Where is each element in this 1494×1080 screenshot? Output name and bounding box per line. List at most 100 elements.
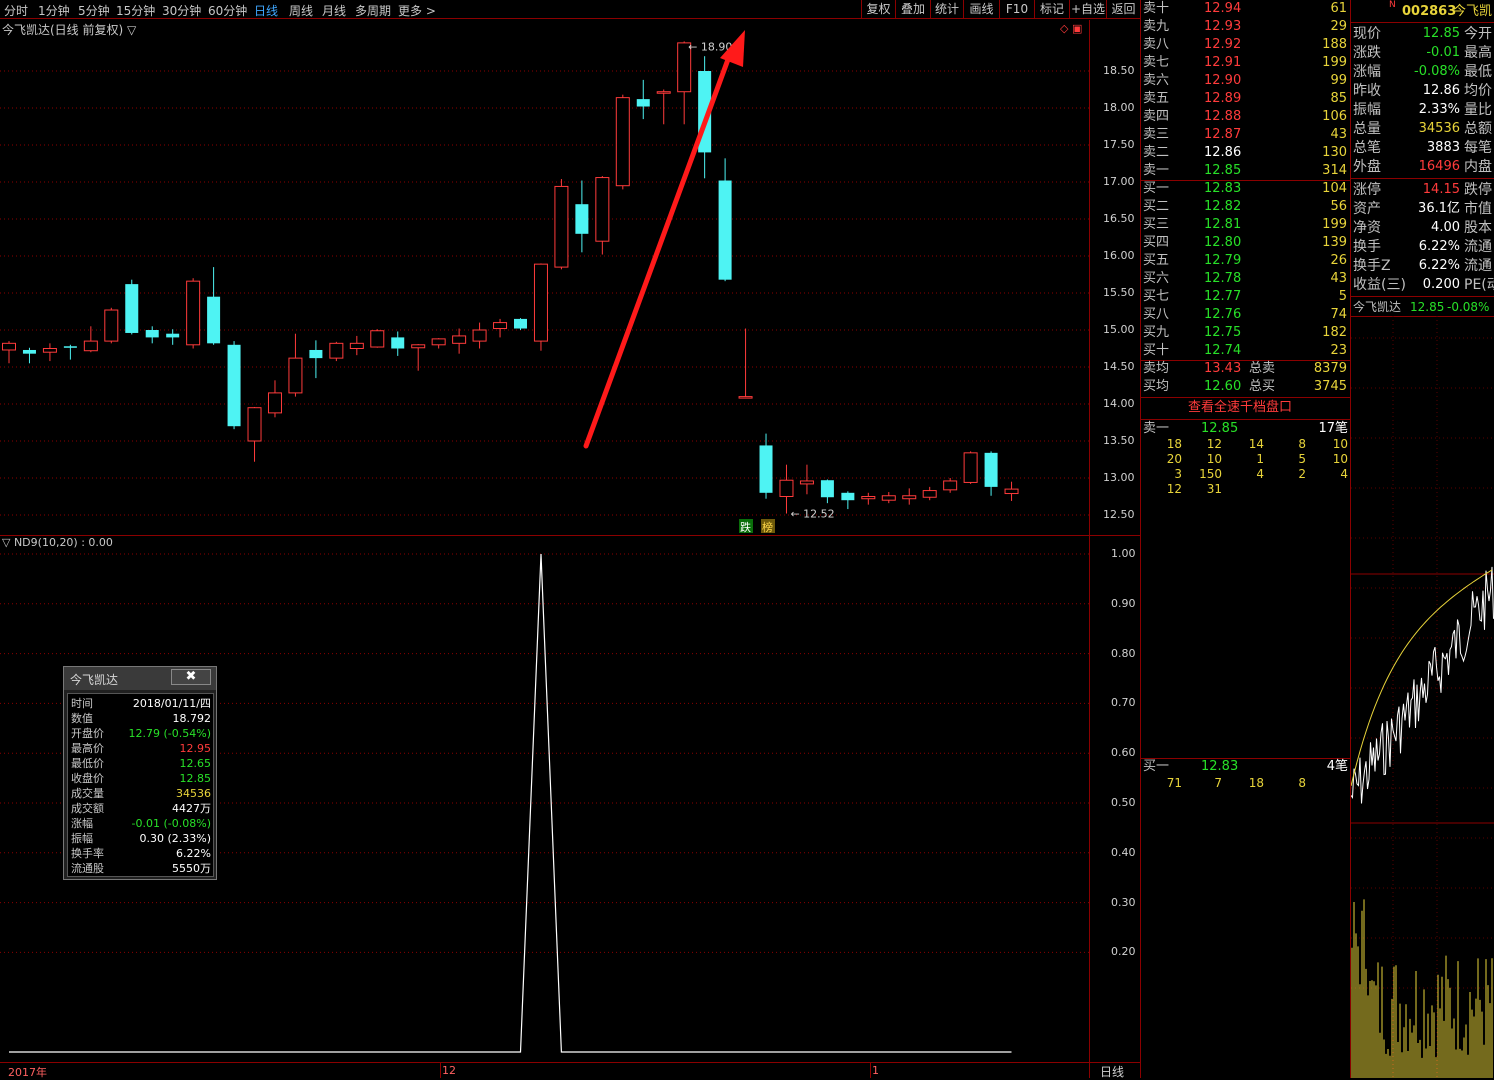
candle-body: [42, 348, 57, 353]
ask-label: 卖八: [1143, 37, 1170, 52]
queue-cell: 71: [1166, 776, 1182, 790]
toolbar-button[interactable]: 标记: [1034, 0, 1069, 19]
period-label[interactable]: 日线: [1100, 1063, 1124, 1080]
toolbar-button[interactable]: 复权: [861, 0, 895, 19]
period-tab[interactable]: 更多 >: [398, 2, 436, 19]
bid-volume: 5: [1338, 289, 1347, 304]
ask-price: 12.93: [1204, 19, 1242, 34]
info-key: 涨幅: [71, 817, 93, 830]
toolbar-button[interactable]: 返回: [1106, 0, 1140, 19]
mini-title: 今飞凯达: [1353, 300, 1402, 314]
queue-cell: 2: [1298, 467, 1306, 481]
stats-bottom-divider: [1351, 296, 1494, 297]
queue-cell: 4: [1340, 467, 1348, 481]
stat-value: 34536: [1418, 121, 1460, 136]
mini-price: 12.85: [1410, 300, 1445, 314]
bid-label: 买五: [1143, 253, 1170, 268]
stat-value: 16496: [1418, 159, 1460, 174]
bid-price: 12.81: [1204, 217, 1242, 232]
stats-mid-divider: [1351, 178, 1494, 179]
period-tab[interactable]: 1分钟: [38, 2, 70, 19]
ask-volume: 106: [1322, 109, 1347, 124]
candle-body: [186, 280, 201, 346]
stat-label: 换手Z: [1353, 258, 1391, 274]
period-tab[interactable]: 30分钟: [162, 2, 201, 19]
period-tab[interactable]: 月线: [322, 2, 346, 19]
price-tick-label: 16.00: [1103, 249, 1135, 262]
toolbar-button[interactable]: 统计: [930, 0, 963, 19]
candle: [83, 326, 98, 353]
price-tick-label: 17.50: [1103, 138, 1135, 151]
stat-label-2: 内盘: [1464, 159, 1492, 175]
queue-cell: 1: [1256, 452, 1264, 466]
stat-label: 资产: [1353, 201, 1381, 217]
info-value: 12.85: [179, 772, 212, 785]
close-icon[interactable]: ✖: [171, 669, 211, 685]
toolbar-button[interactable]: +自选: [1069, 0, 1106, 19]
total-label: 总卖: [1249, 361, 1276, 376]
stat-label: 收益(三): [1353, 277, 1406, 293]
total-label: 总买: [1249, 379, 1276, 394]
depth-link[interactable]: 查看全速千档盘口: [1188, 399, 1292, 417]
candle: [943, 478, 958, 493]
queue-cell: 20: [1166, 452, 1182, 466]
ask-price: 12.94: [1204, 1, 1242, 16]
stat-value: 6.22%: [1418, 258, 1460, 273]
bid-price: 12.79: [1204, 253, 1242, 268]
info-key: 流通股: [71, 862, 104, 875]
ask-label: 卖七: [1143, 55, 1170, 70]
queue-cell: 14: [1248, 437, 1264, 451]
info-value: 0.30 (2.33%): [139, 832, 211, 845]
price-tick-label: 18.50: [1103, 64, 1135, 77]
period-tab[interactable]: 周线: [289, 2, 313, 19]
indicator-tick-label: 0.90: [1111, 596, 1136, 610]
low-price-label: ← 12.52: [790, 508, 834, 521]
period-tab[interactable]: 日线: [254, 2, 278, 19]
candle: [677, 41, 692, 125]
queue-cell: 10: [1332, 437, 1348, 451]
period-tab[interactable]: 15分钟: [116, 2, 155, 19]
period-tab[interactable]: 分时: [4, 2, 28, 19]
queue-cell: 18: [1166, 437, 1182, 451]
x-tick-jan: [870, 1063, 871, 1078]
info-row: 最低价 12.65: [68, 756, 213, 771]
candle-body: [309, 349, 323, 359]
info-key: 数值: [71, 712, 93, 725]
info-row: 最高价 12.95: [68, 741, 213, 756]
data-info-window[interactable]: 今飞凯达 ✖ 时间 2018/01/11/四 数值 18.792 开盘价 12.79 (-…: [63, 666, 217, 880]
info-key: 收盘价: [71, 772, 104, 785]
avg-link-divider: [1140, 397, 1350, 398]
ask-price: 12.92: [1204, 37, 1242, 52]
period-tab[interactable]: 多周期: [355, 2, 391, 19]
bid-price: 12.77: [1204, 289, 1242, 304]
period-tab[interactable]: 5分钟: [78, 2, 110, 19]
toolbar-button[interactable]: F10: [999, 0, 1034, 19]
info-window-body: 时间 2018/01/11/四 数值 18.792 开盘价 12.79 (-0.54%) 最…: [67, 693, 214, 877]
candle-body: [861, 496, 876, 500]
info-key: 最低价: [71, 757, 104, 770]
queue-cell: 8: [1298, 437, 1306, 451]
ask-label: 卖十: [1143, 1, 1170, 16]
candle-body: [943, 480, 958, 491]
info-row: 成交量 34536: [68, 786, 213, 801]
candle-body: [22, 349, 36, 354]
indicator-tick-label: 1.00: [1111, 547, 1136, 560]
toolbar-button[interactable]: 叠加: [895, 0, 930, 19]
candle-body: [472, 329, 487, 342]
stat-label: 昨收: [1353, 83, 1381, 99]
candle: [759, 433, 773, 499]
toolbar-button[interactable]: 画线: [963, 0, 999, 19]
info-row: 开盘价 12.79 (-0.54%): [68, 726, 213, 741]
code-prefix: N: [1389, 0, 1396, 10]
candle-body: [533, 263, 548, 342]
period-tab[interactable]: 60分钟: [208, 2, 247, 19]
info-value: 12.65: [179, 757, 212, 770]
stat-label: 净资: [1353, 220, 1381, 236]
stat-value: -0.01: [1426, 45, 1460, 60]
bid-volume: 74: [1330, 307, 1347, 322]
stat-value: 12.85: [1422, 26, 1460, 41]
intraday-minichart[interactable]: [1351, 316, 1494, 1078]
candle: [656, 89, 671, 125]
candlestick-chart[interactable]: ← 18.90 ← 12.52 跌榜: [0, 20, 1090, 535]
asks-bids-divider: [1140, 180, 1350, 181]
